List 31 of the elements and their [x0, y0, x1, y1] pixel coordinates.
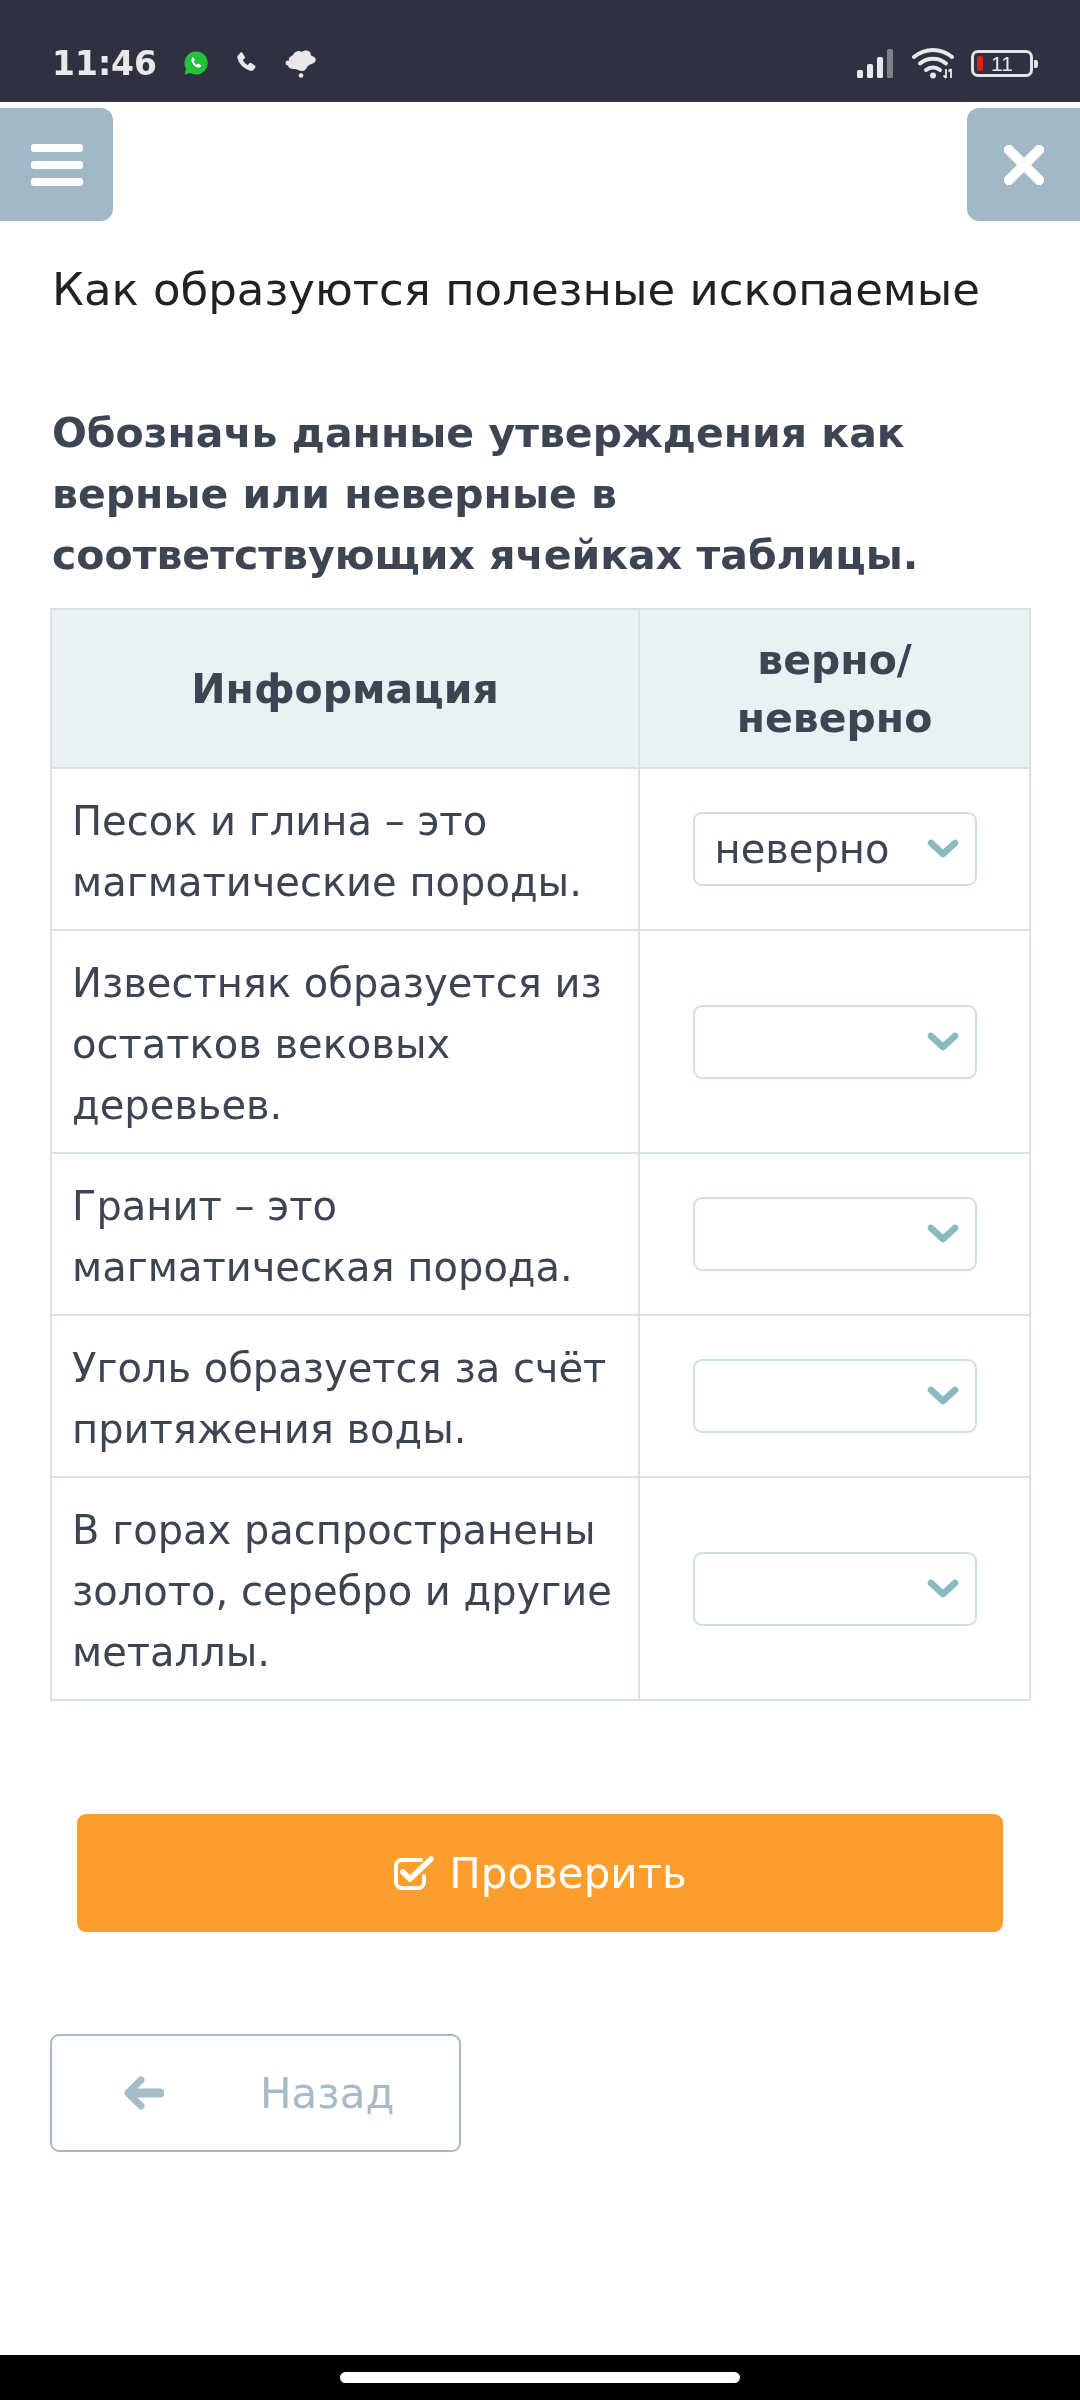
- wifi-icon: [912, 47, 956, 79]
- answer-select[interactable]: [692, 1551, 977, 1626]
- close-button[interactable]: [967, 108, 1080, 221]
- lesson-title: Как образуются полезные ископаемые: [52, 262, 981, 318]
- answer-select[interactable]: [692, 1197, 977, 1271]
- checkbox-tick-icon: [393, 1855, 436, 1891]
- statement-cell: Уголь образуется за счёт притяжения воды.: [51, 1315, 639, 1477]
- battery-percent: 11: [991, 52, 1013, 74]
- answer-select[interactable]: [692, 1004, 977, 1079]
- column-header: Информация: [51, 609, 639, 768]
- chevron-down-icon: [926, 1224, 959, 1244]
- answer-select[interactable]: неверно: [692, 812, 977, 886]
- status-time: 11:46: [52, 43, 158, 83]
- back-button[interactable]: Назад: [50, 2034, 461, 2152]
- chat-bubble-icon: [183, 50, 210, 76]
- chevron-down-icon: [926, 1386, 959, 1406]
- answer-select[interactable]: [692, 1359, 977, 1433]
- statement-cell: Песок и глина – это магматические породы.: [51, 768, 639, 930]
- check-button[interactable]: Проверить: [77, 1814, 1003, 1932]
- chevron-down-icon: [926, 1578, 959, 1599]
- statement-cell: Известняк образуется из остатков вековых деревьев.: [51, 930, 639, 1153]
- close-icon: [1003, 144, 1044, 185]
- task-instruction: Обозначь данные утверждения как верные или неверные в соответствующих ячейках таблицы.: [52, 408, 920, 581]
- menu-button[interactable]: [0, 108, 113, 221]
- statement-cell: Гранит – это магматическая порода.: [51, 1153, 639, 1315]
- chevron-down-icon: [926, 839, 959, 859]
- statement-cell: В горах распространены золото, серебро и другие металлы.: [51, 1477, 639, 1700]
- chevron-down-icon: [926, 1031, 959, 1052]
- blob-icon: [284, 48, 318, 78]
- menu-icon: [30, 143, 83, 186]
- column-header: верно/ неверно: [639, 609, 1030, 768]
